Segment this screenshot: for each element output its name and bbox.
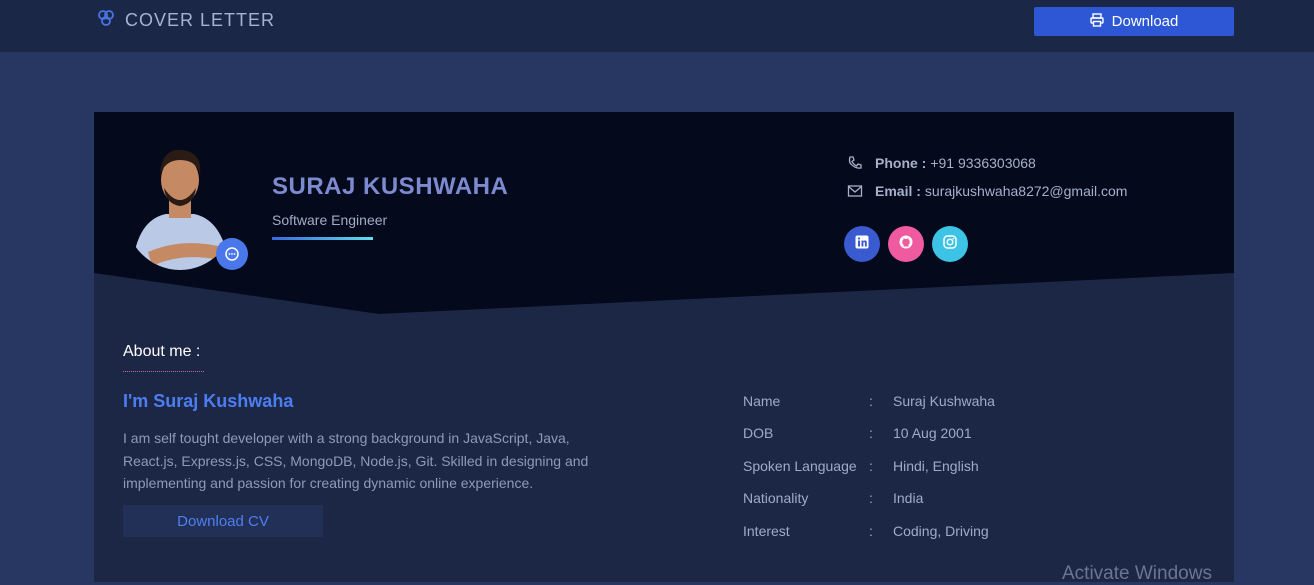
about-description: I am self tought developer with a strong… [123,430,589,491]
about-underline [123,371,204,372]
phone-value[interactable]: +91 9336303068 [930,155,1036,171]
brand[interactable]: COVER LETTER [97,9,275,32]
info-key: Nationality [743,490,809,506]
phone-contact: Phone : +91 9336303068 [847,155,1036,171]
github-button[interactable] [888,226,924,262]
linkedin-button[interactable] [844,226,880,262]
phone-label: Phone : [875,155,927,171]
cover-letter-card: SURAJ KUSHWAHA Software Engineer Phone :… [94,112,1234,582]
info-sep: : [869,523,873,539]
info-value: Coding, Driving [893,523,989,539]
printer-icon [1089,12,1104,31]
info-value: Suraj Kushwaha [893,393,995,409]
top-navbar: COVER LETTER Download [0,0,1314,52]
mail-icon [847,183,863,199]
info-key: DOB [743,425,774,441]
hero-background [94,112,1234,314]
profile-name: SURAJ KUSHWAHA [272,173,509,200]
info-sep: : [869,393,873,409]
about-title: About me : [123,343,201,360]
profile-role: Software Engineer [272,212,388,228]
instagram-icon [943,234,957,254]
instagram-button[interactable] [932,226,968,262]
linkedin-icon [855,235,869,254]
info-key: Interest [743,523,790,539]
brand-title: COVER LETTER [125,10,276,30]
phone-icon [847,155,863,171]
info-sep: : [869,425,873,441]
role-underline [272,237,373,240]
about-intro: I'm Suraj Kushwaha [123,391,294,411]
chat-bubble-icon[interactable] [216,238,248,270]
github-icon [899,235,913,254]
info-value: 10 Aug 2001 [893,425,972,441]
download-button-label: Download [1111,13,1179,30]
info-value: Hindi, English [893,458,979,474]
download-button[interactable]: Download [1034,7,1234,36]
email-label: Email : [875,183,921,199]
info-key: Name [743,393,781,409]
circles-logo-icon [97,9,115,32]
download-cv-button[interactable]: Download CV [123,505,323,537]
info-sep: : [869,490,873,506]
email-value[interactable]: surajkushwaha8272@gmail.com [925,183,1128,199]
info-sep: : [869,458,873,474]
email-contact: Email : surajkushwaha8272@gmail.com [847,183,1127,199]
info-value: India [893,490,924,506]
info-key: Spoken Language [743,458,857,474]
